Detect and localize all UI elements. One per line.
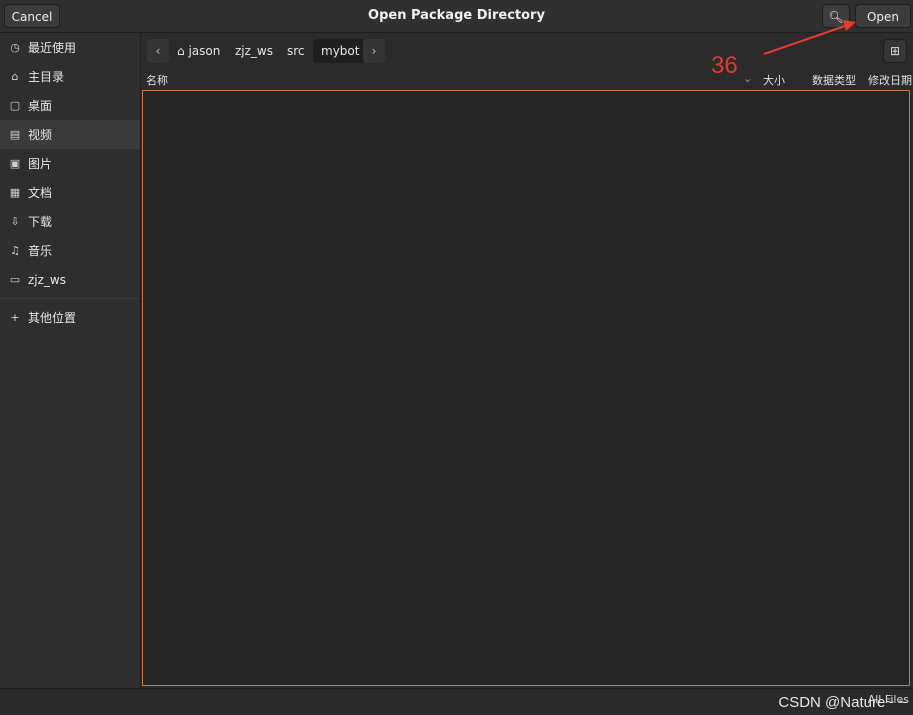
- sidebar-item-zjz-ws[interactable]: ▭ zjz_ws: [0, 265, 140, 294]
- sidebar-item-label: 图片: [28, 157, 53, 171]
- path-back-button[interactable]: ‹: [147, 39, 169, 63]
- folder-icon: ▭: [9, 273, 21, 286]
- chevron-right-icon: ›: [371, 44, 377, 58]
- sidebar-item-label: 音乐: [28, 244, 53, 258]
- music-icon: ♫: [10, 244, 20, 257]
- crumb-label: jason: [188, 44, 221, 58]
- crumb-label: src: [287, 44, 305, 58]
- bottom-bar: All Files CSDN @Nature~ ~: [0, 688, 913, 715]
- sidebar-item-label: 文档: [28, 186, 53, 200]
- dialog-title: Open Package Directory: [368, 8, 545, 23]
- crumb-label: zjz_ws: [235, 44, 273, 58]
- sidebar-item-label: 最近使用: [28, 41, 77, 55]
- new-folder-icon: ⊞: [889, 44, 901, 58]
- video-icon: ▤: [9, 128, 21, 141]
- crumb-src[interactable]: src: [279, 39, 313, 63]
- crumb-jason[interactable]: ⌂ jason: [169, 39, 228, 63]
- places-sidebar: ◷ 最近使用 ⌂ 主目录 ▢ 桌面 ▤ 视频 ▣ 图片 ▦ 文档 ⇩ 下载 ♫ …: [0, 33, 141, 688]
- file-browser: ‹ ⌂ jason zjz_ws src mybot › ⊞ 名称 ⌄ 大小 数…: [141, 33, 913, 688]
- sidebar-item-videos[interactable]: ▤ 视频: [0, 120, 140, 149]
- sidebar-item-label: 其他位置: [28, 311, 77, 325]
- sidebar-item-desktop[interactable]: ▢ 桌面: [0, 91, 140, 120]
- annotation-number: 36: [711, 52, 738, 79]
- sidebar-item-documents[interactable]: ▦ 文档: [0, 178, 140, 207]
- download-icon: ⇩: [10, 215, 20, 228]
- sidebar-item-music[interactable]: ♫ 音乐: [0, 236, 140, 265]
- chevron-left-icon: ‹: [155, 44, 161, 58]
- home-icon: ⌂: [11, 70, 19, 83]
- file-list[interactable]: [142, 90, 910, 686]
- sort-chevron-icon: ⌄: [743, 72, 753, 85]
- desktop-icon: ▢: [9, 99, 21, 112]
- sidebar-item-downloads[interactable]: ⇩ 下载: [0, 207, 140, 236]
- column-header: 名称 ⌄ 大小 数据类型 修改日期: [141, 69, 913, 89]
- sidebar-item-home[interactable]: ⌂ 主目录: [0, 62, 140, 91]
- sidebar-divider: [0, 298, 140, 299]
- search-button[interactable]: 🔍︎: [822, 4, 850, 28]
- path-bar: ‹ ⌂ jason zjz_ws src mybot › ⊞: [141, 33, 913, 69]
- sidebar-item-label: 视频: [28, 128, 53, 142]
- crumb-label: mybot: [321, 44, 360, 58]
- header-bar: Cancel Open Package Directory 🔍︎ Open: [0, 0, 913, 33]
- crumb-mybot[interactable]: mybot: [313, 39, 368, 63]
- sidebar-item-recent[interactable]: ◷ 最近使用: [0, 33, 140, 62]
- sidebar-item-label: 下载: [28, 215, 53, 229]
- open-button[interactable]: Open: [855, 4, 911, 28]
- plus-icon: +: [10, 311, 20, 324]
- column-modified[interactable]: 修改日期: [868, 72, 912, 88]
- sidebar-item-label: zjz_ws: [28, 272, 66, 287]
- sidebar-item-label: 主目录: [28, 70, 65, 84]
- cancel-button[interactable]: Cancel: [4, 4, 60, 28]
- sidebar-item-label: 桌面: [28, 99, 53, 113]
- image-icon: ▣: [9, 157, 21, 170]
- watermark: CSDN @Nature~ ~: [778, 694, 907, 711]
- sidebar-item-pictures[interactable]: ▣ 图片: [0, 149, 140, 178]
- document-icon: ▦: [9, 186, 21, 199]
- clock-icon: ◷: [10, 41, 20, 54]
- path-forward-button[interactable]: ›: [363, 39, 385, 63]
- new-folder-button[interactable]: ⊞: [883, 39, 907, 63]
- column-type[interactable]: 数据类型: [812, 72, 856, 88]
- column-size[interactable]: 大小: [763, 72, 785, 88]
- crumb-zjz-ws[interactable]: zjz_ws: [227, 39, 281, 63]
- search-icon: 🔍︎: [828, 10, 844, 24]
- home-icon: ⌂: [177, 44, 185, 58]
- column-name[interactable]: 名称: [146, 72, 168, 88]
- sidebar-item-other-locations[interactable]: + 其他位置: [0, 303, 140, 332]
